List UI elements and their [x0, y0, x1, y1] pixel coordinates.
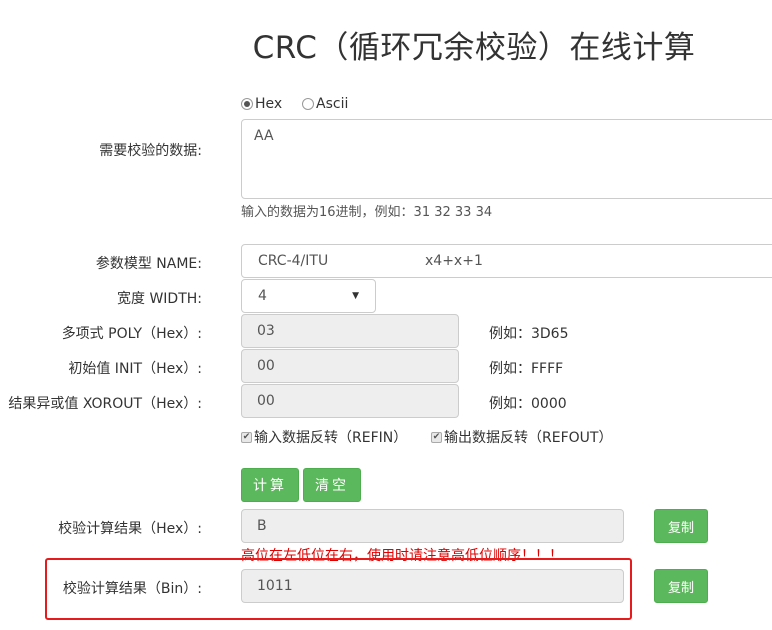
- width-value: 4: [258, 288, 267, 304]
- result-bin-output[interactable]: 1011: [241, 569, 624, 603]
- compute-button[interactable]: 计算: [241, 468, 299, 502]
- refin-label: 输入数据反转（REFIN）: [254, 430, 408, 446]
- radio-hex[interactable]: Hex: [241, 95, 282, 113]
- model-poly-formula: x4+x+1: [425, 253, 483, 269]
- model-name-value: CRC-4/ITU: [258, 253, 329, 269]
- result-hex-label: 校验计算结果（Hex）:: [58, 521, 202, 537]
- data-input-textarea[interactable]: AA: [241, 119, 772, 199]
- xorout-example: 例如：0000: [489, 396, 567, 412]
- width-select[interactable]: 4 ▼: [241, 279, 376, 313]
- init-example: 例如：FFFF: [489, 361, 564, 377]
- model-name-select[interactable]: CRC-4/ITU x4+x+1: [241, 244, 772, 278]
- xorout-label: 结果异或值 XOROUT（Hex）:: [8, 396, 202, 412]
- poly-label: 多项式 POLY（Hex）:: [61, 326, 202, 342]
- poly-input[interactable]: 03: [241, 314, 459, 348]
- model-name-label: 参数模型 NAME:: [95, 256, 202, 272]
- chevron-down-icon: ▼: [352, 291, 359, 301]
- check-icon[interactable]: ✔: [431, 431, 442, 443]
- radio-ascii-label: Ascii: [316, 96, 349, 112]
- radio-hex-indicator[interactable]: [241, 98, 253, 110]
- result-hex-output[interactable]: B: [241, 509, 624, 543]
- page-title: CRC（循环冗余校验）在线计算: [252, 30, 696, 66]
- radio-ascii[interactable]: Ascii: [302, 95, 348, 113]
- xorout-input[interactable]: 00: [241, 384, 459, 418]
- data-input-label: 需要校验的数据:: [99, 143, 202, 159]
- result-bin-label: 校验计算结果（Bin）:: [62, 581, 202, 597]
- data-input-hint: 输入的数据为16进制，例如：31 32 33 34: [241, 205, 493, 220]
- refout-label: 输出数据反转（REFOUT）: [444, 430, 613, 446]
- clear-button[interactable]: 清空: [303, 468, 361, 502]
- radio-hex-label: Hex: [255, 96, 283, 112]
- copy-hex-button[interactable]: 复制: [654, 509, 708, 543]
- copy-bin-button[interactable]: 复制: [654, 569, 708, 603]
- check-icon[interactable]: ✔: [241, 431, 252, 443]
- refout-checkbox[interactable]: ✔ 输出数据反转（REFOUT）: [431, 428, 612, 446]
- init-label: 初始值 INIT（Hex）:: [68, 361, 202, 377]
- refin-checkbox[interactable]: ✔ 输入数据反转（REFIN）: [241, 428, 407, 446]
- init-input[interactable]: 00: [241, 349, 459, 383]
- poly-example: 例如：3D65: [489, 326, 569, 342]
- radio-ascii-indicator[interactable]: [302, 98, 314, 110]
- width-label: 宽度 WIDTH:: [117, 291, 202, 307]
